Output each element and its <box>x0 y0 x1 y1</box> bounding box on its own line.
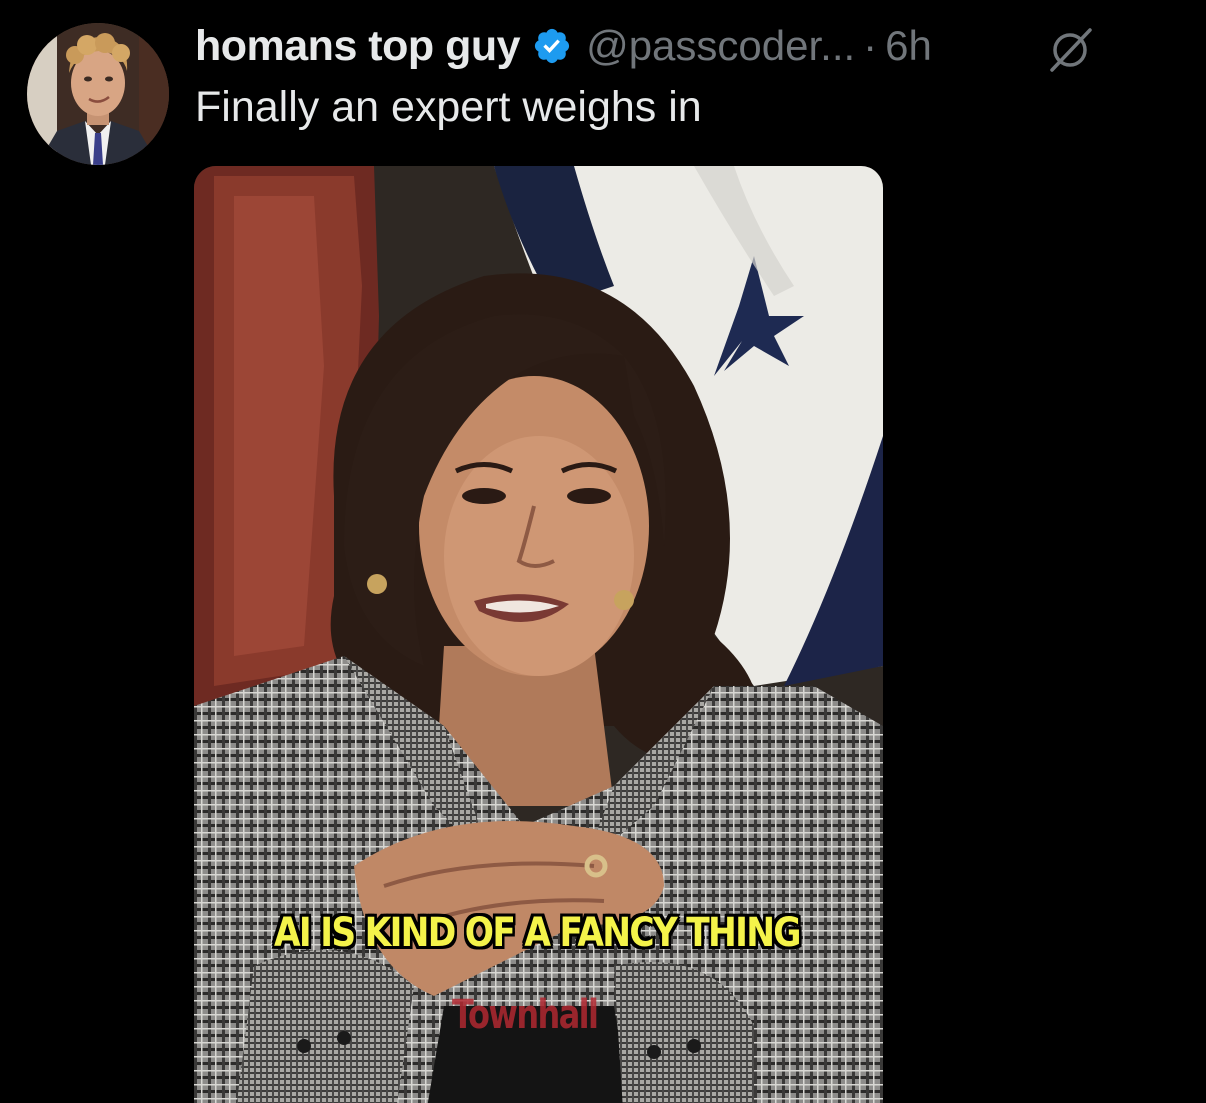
profile-avatar[interactable] <box>27 23 169 165</box>
user-handle[interactable]: @passcoder... <box>586 22 855 70</box>
tweet-header: homans top guy @passcoder... · 6h <box>195 20 932 72</box>
tweet[interactable]: homans top guy @passcoder... · 6h Finall… <box>0 0 1206 1103</box>
avatar-image <box>27 23 169 165</box>
verified-badge-icon <box>534 28 570 64</box>
tweet-text: Finally an expert weighs in <box>195 83 702 131</box>
video-watermark: Townhall <box>452 992 599 1038</box>
separator-dot: · <box>863 22 878 69</box>
display-name[interactable]: homans top guy <box>195 22 521 71</box>
tweet-timestamp[interactable]: 6h <box>885 22 932 70</box>
grok-icon[interactable] <box>1046 26 1094 74</box>
tweet-media-video[interactable]: AI IS KIND OF A FANCY THING Townhall <box>194 166 883 1103</box>
video-frame <box>194 166 883 1103</box>
video-caption: AI IS KIND OF A FANCY THING <box>274 910 802 956</box>
